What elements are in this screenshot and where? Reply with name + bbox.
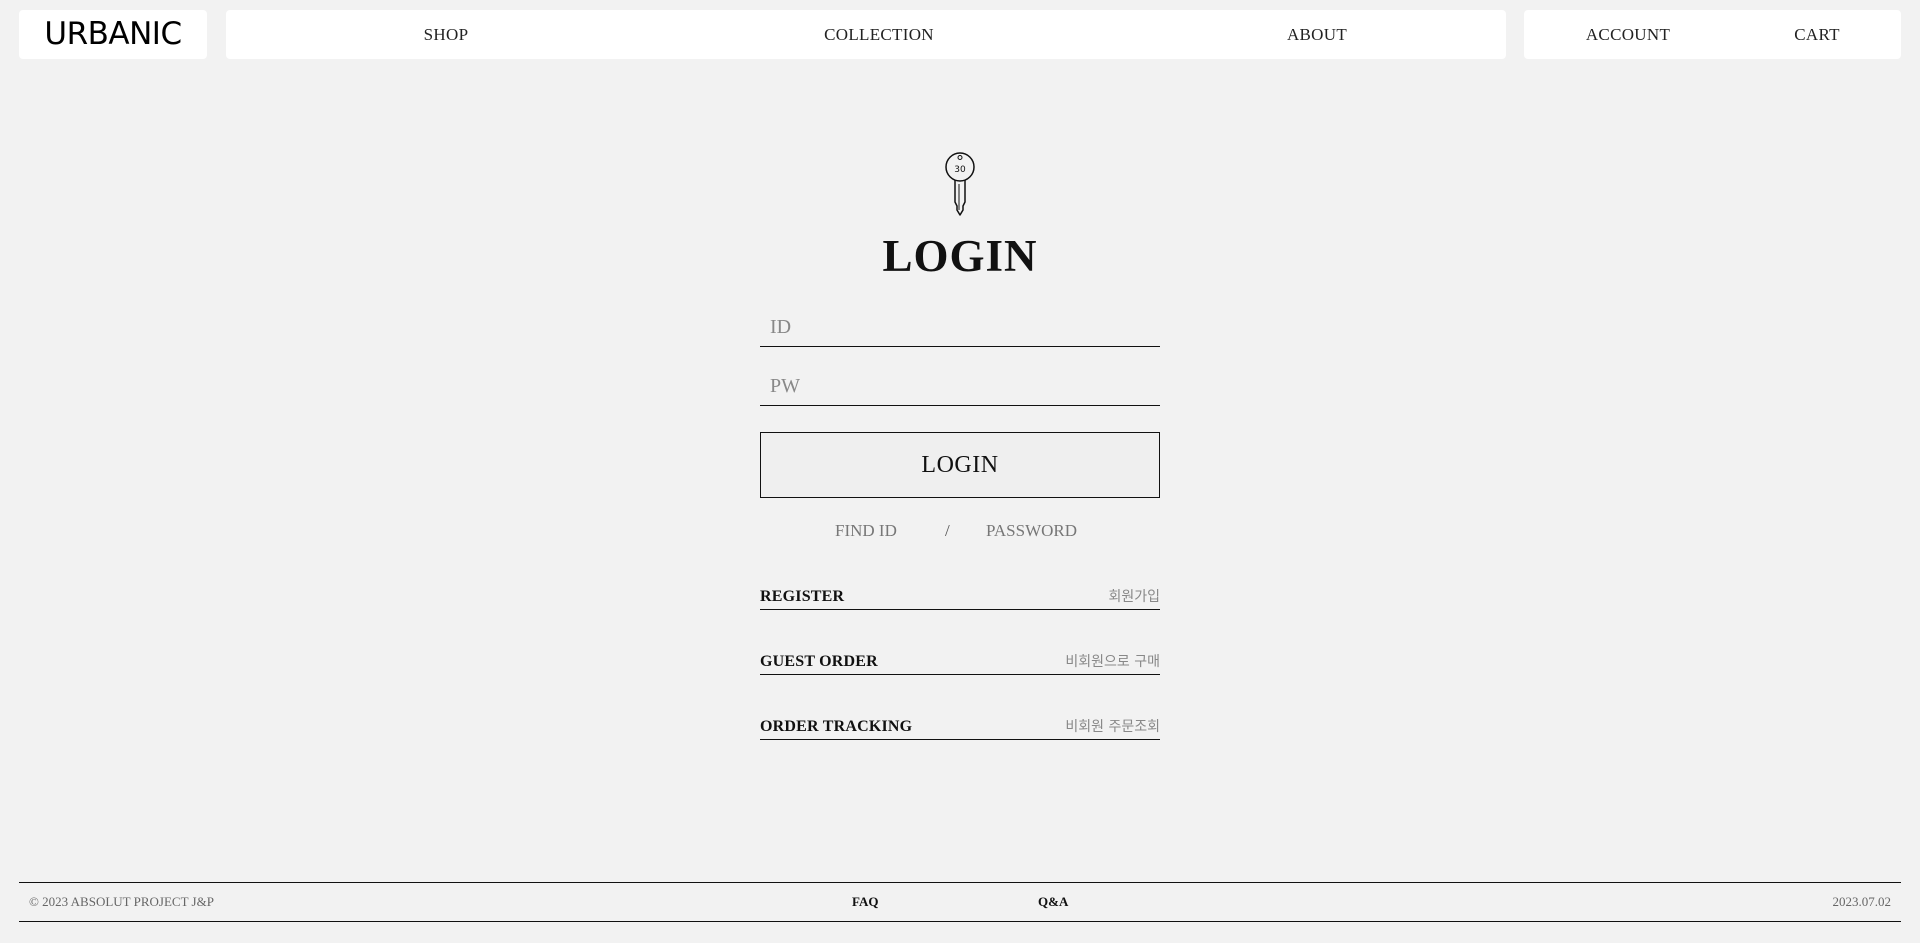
guest-order-label: GUEST ORDER: [760, 653, 878, 670]
user-nav: ACCOUNT CART: [1524, 10, 1901, 59]
guest-order-link[interactable]: GUEST ORDER 비회원으로 구매: [760, 647, 1160, 675]
logo[interactable]: URBANIC: [19, 10, 207, 59]
id-input[interactable]: [760, 309, 1160, 347]
key-icon: 30: [945, 152, 975, 216]
main-nav: SHOP COLLECTION ABOUT: [226, 10, 1506, 59]
nav-shop[interactable]: SHOP: [424, 10, 469, 59]
copyright: © 2023 ABSOLUT PROJECT J&P: [29, 894, 214, 909]
find-id-link[interactable]: FIND ID: [835, 521, 897, 541]
order-tracking-label: ORDER TRACKING: [760, 718, 913, 735]
guest-order-sublabel: 비회원으로 구매: [1065, 654, 1160, 670]
nav-account[interactable]: ACCOUNT: [1586, 10, 1670, 59]
register-label: REGISTER: [760, 588, 845, 605]
register-sublabel: 회원가입: [1108, 589, 1160, 605]
nav-cart[interactable]: CART: [1794, 10, 1840, 59]
footer-date: 2023.07.02: [1832, 894, 1892, 909]
password-input[interactable]: [760, 368, 1160, 406]
logo-text: URBANIC: [44, 16, 182, 52]
register-link[interactable]: REGISTER 회원가입: [760, 582, 1160, 610]
nav-collection[interactable]: COLLECTION: [824, 10, 934, 59]
find-account-row: FIND ID / PASSWORD: [760, 521, 1160, 547]
order-tracking-link[interactable]: ORDER TRACKING 비회원 주문조회: [760, 712, 1160, 740]
find-password-link[interactable]: PASSWORD: [986, 521, 1077, 541]
site-footer: © 2023 ABSOLUT PROJECT J&P FAQ Q&A 2023.…: [19, 882, 1901, 922]
faq-link[interactable]: FAQ: [852, 883, 878, 921]
key-icon-badge: 30: [954, 165, 966, 175]
find-separator: /: [945, 521, 950, 540]
site-header: URBANIC SHOP COLLECTION ABOUT ACCOUNT CA…: [19, 10, 1901, 59]
nav-about[interactable]: ABOUT: [1287, 10, 1347, 59]
login-button[interactable]: LOGIN: [760, 432, 1160, 498]
order-tracking-sublabel: 비회원 주문조회: [1065, 719, 1160, 735]
qa-link[interactable]: Q&A: [1038, 883, 1068, 921]
page-title: LOGIN: [882, 231, 1038, 281]
